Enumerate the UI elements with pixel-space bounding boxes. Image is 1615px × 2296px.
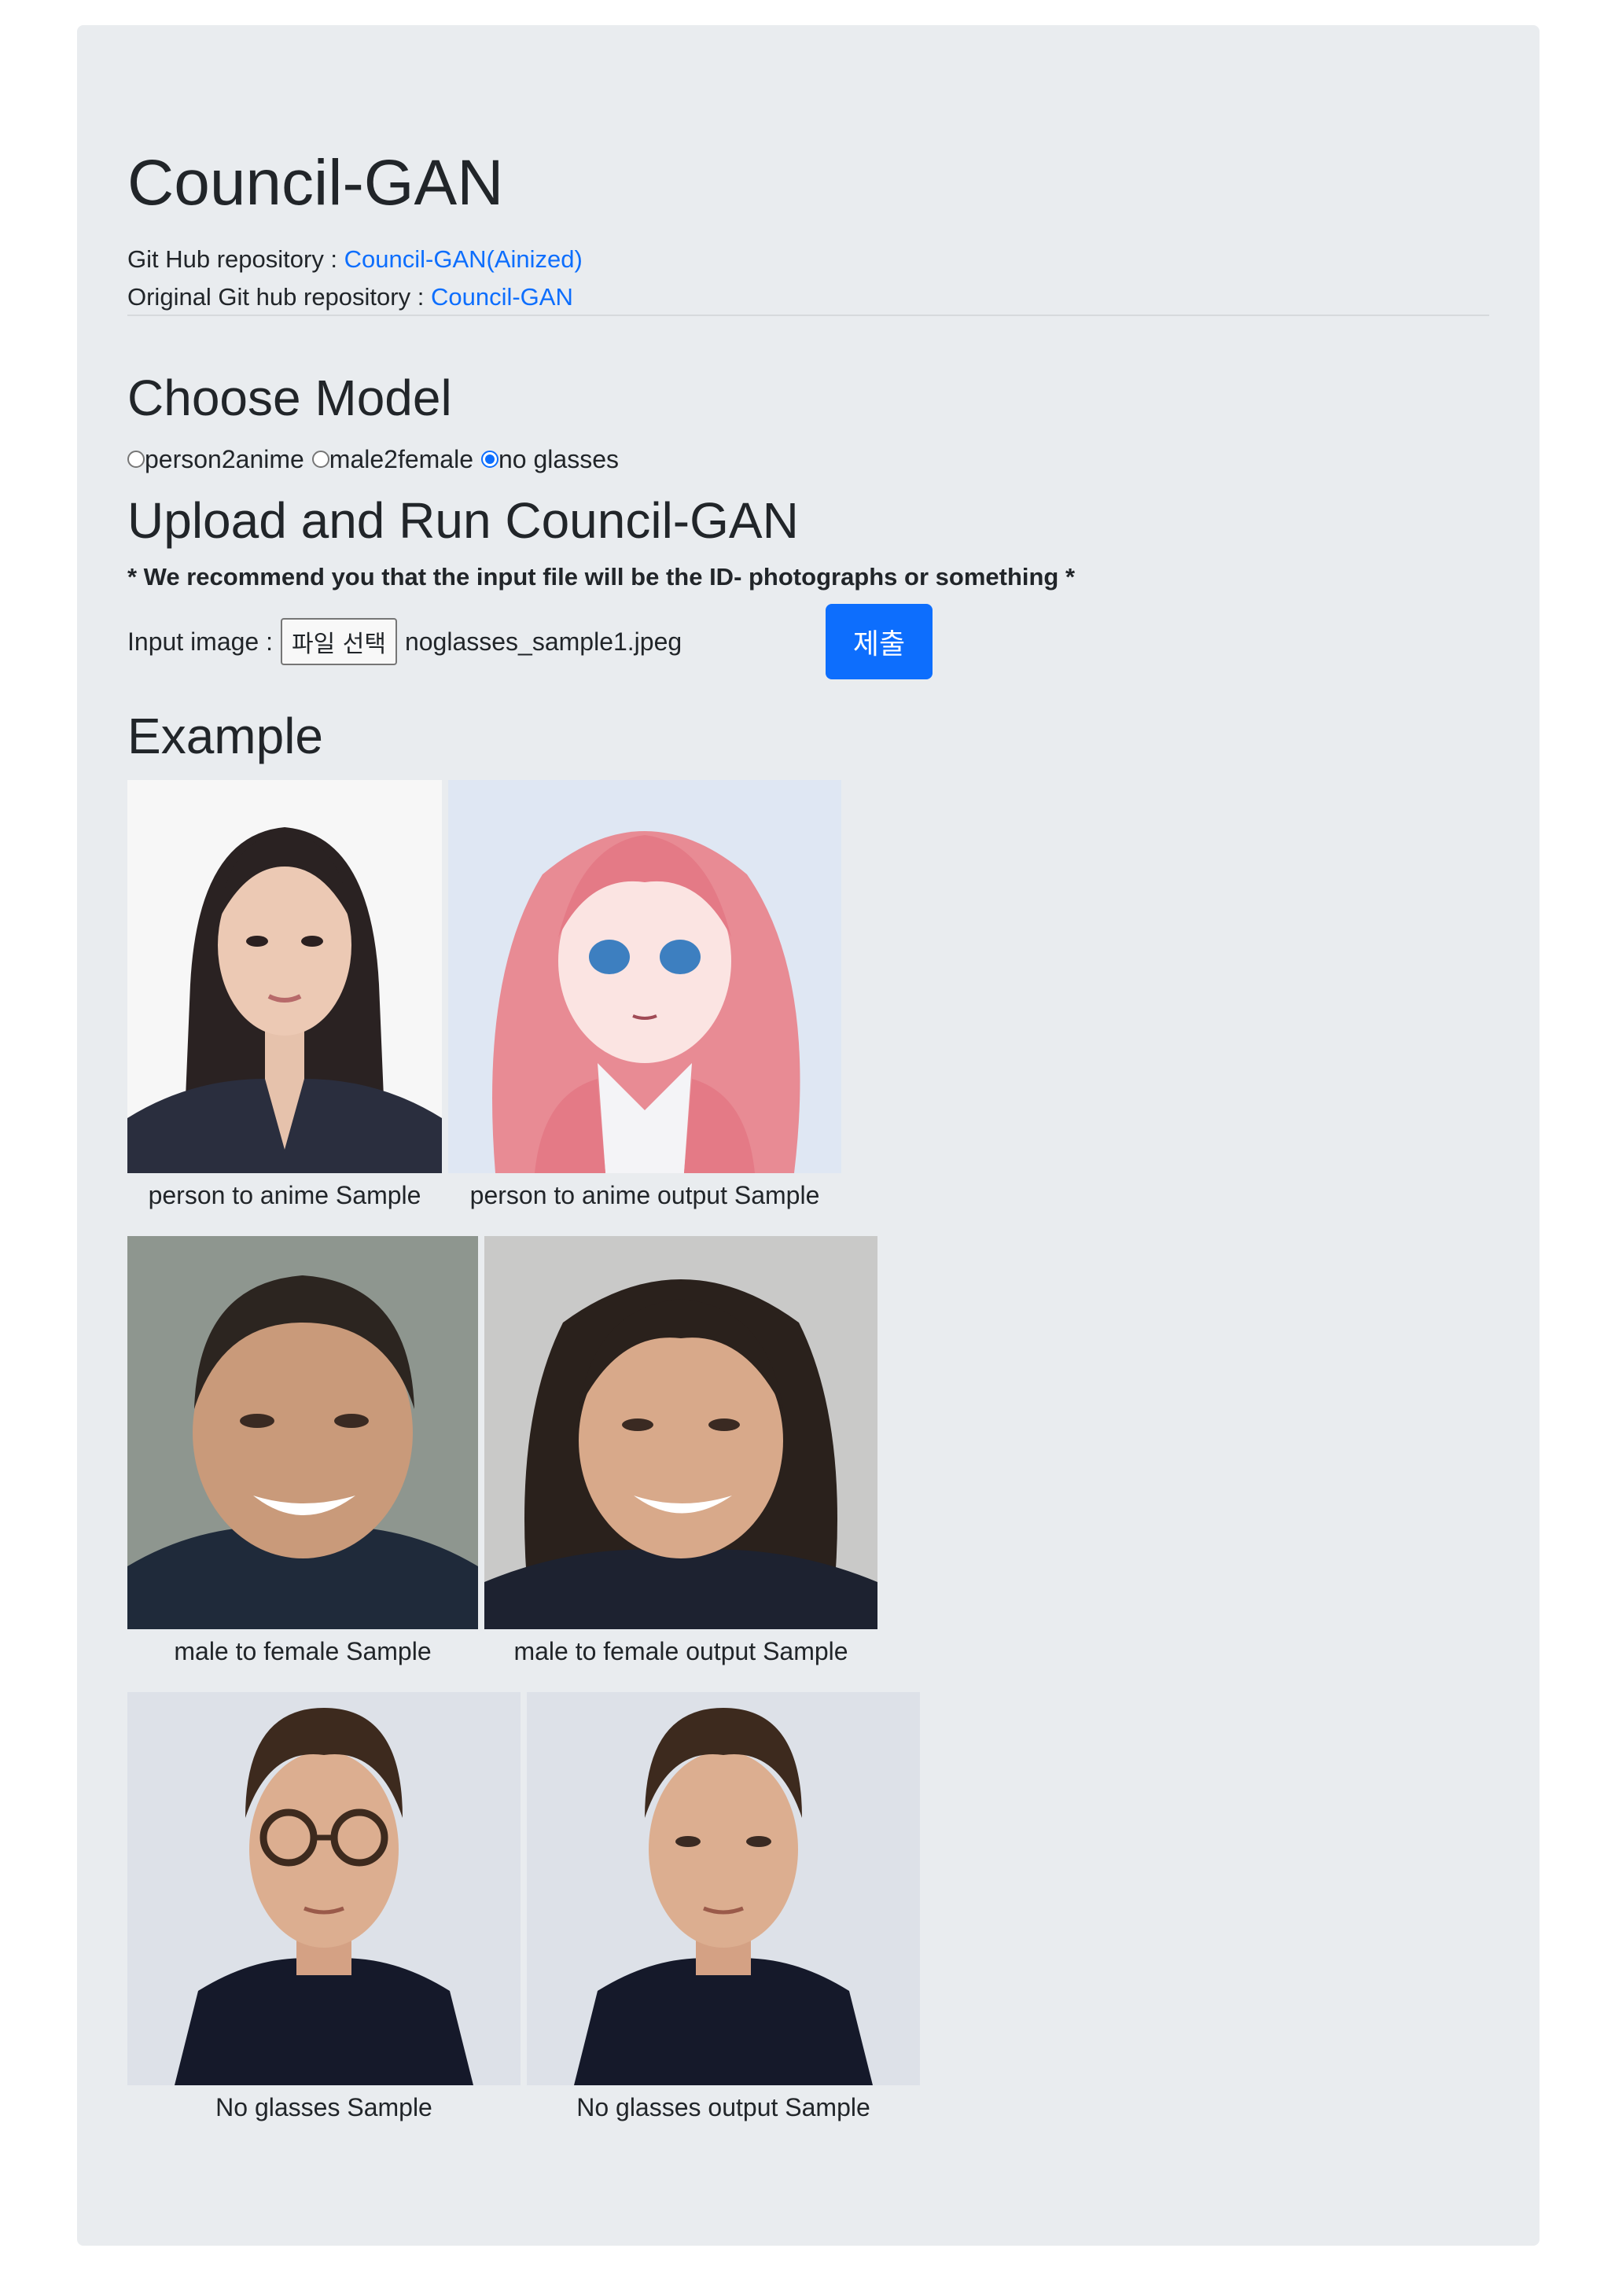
page-title: Council-GAN xyxy=(127,147,504,219)
example-caption: No glasses Sample xyxy=(215,2093,432,2121)
choose-model-heading: Choose Model xyxy=(127,370,452,426)
radio-person2anime-label: person2anime xyxy=(145,445,304,473)
example-heading: Example xyxy=(127,708,323,764)
radio-no-glasses-control[interactable] xyxy=(481,451,498,468)
male-portrait-image xyxy=(127,1236,478,1629)
example-caption: person to anime output Sample xyxy=(469,1181,820,1209)
person-portrait-image xyxy=(127,780,442,1173)
no-glasses-portrait-image xyxy=(527,1692,920,2085)
radio-no-glasses-label: no glasses xyxy=(498,445,619,473)
submit-button[interactable]: 제출 xyxy=(826,604,933,679)
radio-no-glasses[interactable]: no glasses xyxy=(481,447,619,472)
original-repo-line: Original Git hub repository : Council-GA… xyxy=(127,285,573,309)
example-input: No glasses Sample xyxy=(127,1692,521,2120)
example-caption: No glasses output Sample xyxy=(576,2093,870,2121)
glasses-portrait-image xyxy=(127,1692,521,2085)
divider xyxy=(127,315,1489,316)
input-image-label: Input image : xyxy=(127,627,273,656)
main-panel: Council-GAN Git Hub repository : Council… xyxy=(77,25,1540,2246)
example-output: person to anime output Sample xyxy=(448,780,841,1208)
upload-row: Input image : 파일 선택 noglasses_sample1.jp… xyxy=(127,604,682,679)
example-caption: person to anime Sample xyxy=(148,1181,421,1209)
repo-line: Git Hub repository : Council-GAN(Ainized… xyxy=(127,247,583,271)
radio-person2anime[interactable]: person2anime xyxy=(127,447,304,472)
example-caption: male to female output Sample xyxy=(513,1637,848,1665)
upload-heading: Upload and Run Council-GAN xyxy=(127,492,799,549)
repo-label: Git Hub repository : xyxy=(127,245,344,273)
radio-male2female[interactable]: male2female xyxy=(311,445,473,473)
radio-person2anime-control[interactable] xyxy=(127,451,145,468)
anime-portrait-image xyxy=(448,780,841,1173)
repo-link[interactable]: Council-GAN(Ainized) xyxy=(344,245,583,273)
file-choose-button[interactable]: 파일 선택 xyxy=(281,618,397,665)
example-input: male to female Sample xyxy=(127,1236,478,1664)
example-row-male2female: male to female Sample male to female out… xyxy=(127,1236,884,1664)
example-row-noglasses: No glasses Sample No glasses output Samp… xyxy=(127,1692,926,2120)
example-input: person to anime Sample xyxy=(127,780,442,1208)
radio-male2female-control[interactable] xyxy=(311,451,329,468)
model-radio-group: person2anime male2female no glasses xyxy=(127,447,627,472)
original-repo-label: Original Git hub repository : xyxy=(127,283,431,311)
example-output: male to female output Sample xyxy=(484,1236,877,1664)
radio-male2female-label: male2female xyxy=(329,445,473,473)
original-repo-link[interactable]: Council-GAN xyxy=(431,283,573,311)
female-portrait-image xyxy=(484,1236,877,1629)
example-caption: male to female Sample xyxy=(174,1637,432,1665)
example-output: No glasses output Sample xyxy=(527,1692,920,2120)
file-name: noglasses_sample1.jpeg xyxy=(404,627,682,656)
recommendation-text: * We recommend you that the input file w… xyxy=(127,563,1076,591)
example-row-person2anime: person to anime Sample person to anime o… xyxy=(127,780,848,1208)
